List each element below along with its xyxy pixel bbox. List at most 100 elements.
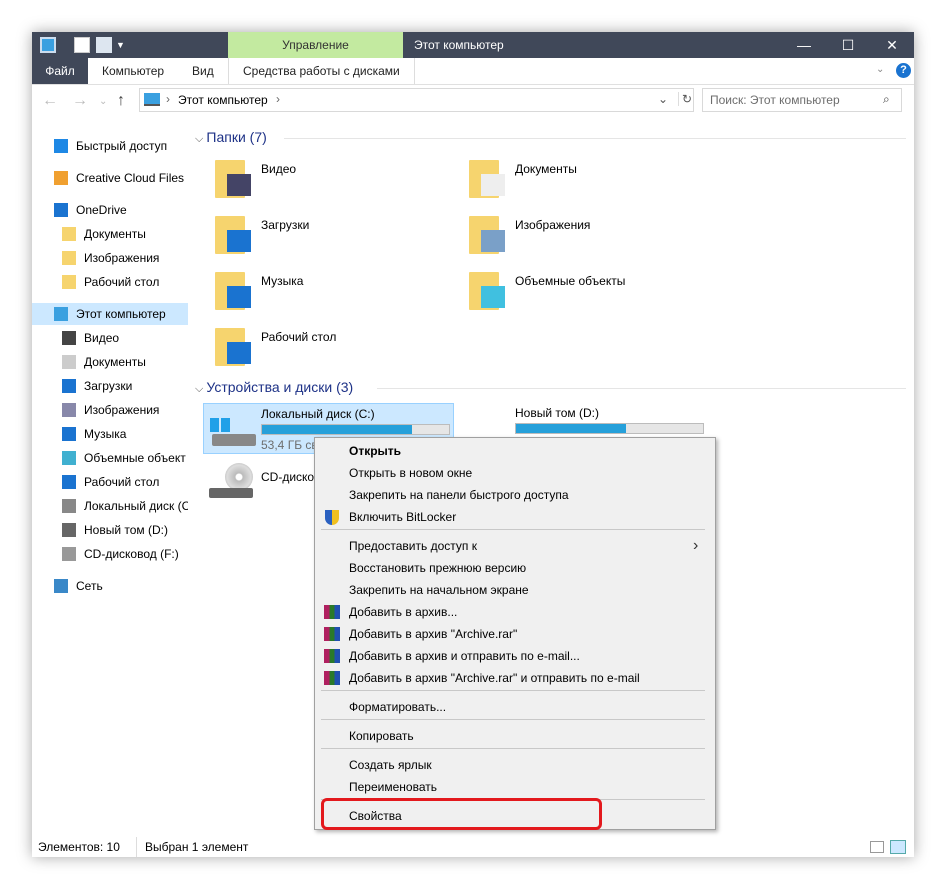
- refresh-icon[interactable]: ↻: [678, 92, 692, 106]
- sidebar-item[interactable]: Изображения: [32, 399, 188, 421]
- drive-free-space: 53,4 ГБ св: [261, 438, 318, 452]
- context-menu-item[interactable]: Создать ярлык: [349, 754, 432, 776]
- properties-icon[interactable]: [74, 37, 90, 53]
- context-menu-item[interactable]: Добавить в архив и отправить по e-mail..…: [349, 645, 580, 667]
- title-bar: ▼ Управление Этот компьютер — ☐ ✕: [32, 32, 914, 58]
- sidebar-item-icon: [54, 203, 68, 217]
- recent-locations-icon[interactable]: ⌄: [99, 96, 107, 107]
- context-menu-item[interactable]: Добавить в архив "Archive.rar": [349, 623, 517, 645]
- submenu-chevron-icon: ›: [693, 537, 699, 554]
- forward-icon[interactable]: →: [72, 92, 88, 110]
- help-icon[interactable]: ?: [896, 63, 911, 78]
- ribbon-expand-icon[interactable]: ⌄: [876, 64, 884, 75]
- tiles-view-icon[interactable]: [890, 840, 906, 854]
- drive-usage-bar: [261, 424, 450, 435]
- details-view-icon[interactable]: [870, 841, 884, 853]
- menu-separator: [321, 719, 705, 720]
- folder-item[interactable]: Загрузки: [215, 210, 455, 258]
- sidebar-item[interactable]: Новый том (D:): [32, 519, 188, 541]
- context-menu-item[interactable]: Предоставить доступ к: [349, 535, 477, 557]
- context-menu-item[interactable]: Добавить в архив...: [349, 601, 457, 623]
- close-button[interactable]: ✕: [870, 32, 914, 58]
- search-icon[interactable]: ⌕: [883, 92, 890, 107]
- drive-name: CD-диско: [261, 470, 315, 484]
- winrar-icon: [324, 649, 340, 663]
- sidebar-item-label: CD-дисковод (F:): [84, 547, 179, 561]
- tab-disk-tools[interactable]: Средства работы с дисками: [228, 58, 415, 84]
- tab-file[interactable]: Файл: [32, 58, 88, 84]
- context-menu-item[interactable]: Открыть в новом окне: [349, 462, 472, 484]
- sidebar-item[interactable]: Рабочий стол: [32, 471, 188, 493]
- sidebar-item[interactable]: Этот компьютер: [32, 303, 188, 325]
- up-icon[interactable]: ↑: [117, 92, 125, 110]
- folder-item[interactable]: Музыка: [215, 266, 455, 314]
- sidebar-item-label: Изображения: [84, 251, 160, 265]
- sidebar-item[interactable]: Creative Cloud Files: [32, 167, 188, 189]
- tab-manage[interactable]: Управление: [228, 32, 403, 58]
- customize-quick-access-icon[interactable]: ▼: [116, 40, 132, 56]
- folder-item[interactable]: Рабочий стол: [215, 322, 455, 370]
- breadcrumb[interactable]: Этот компьютер: [178, 93, 268, 107]
- drive-usage-bar: [515, 423, 704, 434]
- sidebar-item[interactable]: Сеть: [32, 575, 188, 597]
- sidebar-item[interactable]: CD-дисковод (F:): [32, 543, 188, 565]
- winrar-icon: [324, 605, 340, 619]
- tab-computer[interactable]: Компьютер: [88, 58, 178, 84]
- folder-item[interactable]: Объемные объекты: [469, 266, 709, 314]
- drive-name: Локальный диск (C:): [261, 407, 375, 421]
- sidebar-item-icon: [62, 275, 76, 289]
- sidebar-item[interactable]: Изображения: [32, 247, 188, 269]
- context-menu-item[interactable]: Включить BitLocker: [349, 506, 456, 528]
- folder-item[interactable]: Изображения: [469, 210, 709, 258]
- tab-view[interactable]: Вид: [178, 58, 228, 84]
- context-menu-item[interactable]: Закрепить на панели быстрого доступа: [349, 484, 569, 506]
- minimize-button[interactable]: —: [782, 32, 826, 58]
- context-menu-item[interactable]: Закрепить на начальном экране: [349, 579, 529, 601]
- new-folder-icon[interactable]: [96, 37, 112, 53]
- computer-icon: [144, 93, 160, 106]
- sidebar-item-icon: [62, 547, 76, 561]
- computer-icon: [40, 37, 56, 53]
- context-menu-item[interactable]: Копировать: [349, 725, 414, 747]
- cd-drive-body-icon: [209, 488, 253, 498]
- context-menu-item[interactable]: Переименовать: [349, 776, 437, 798]
- sidebar-item[interactable]: Музыка: [32, 423, 188, 445]
- context-menu-item[interactable]: Форматировать...: [349, 696, 446, 718]
- context-menu-item[interactable]: Открыть: [349, 440, 401, 462]
- back-icon[interactable]: ←: [42, 92, 58, 110]
- menu-separator: [321, 748, 705, 749]
- sidebar-item[interactable]: Рабочий стол: [32, 271, 188, 293]
- address-bar[interactable]: › Этот компьютер › ⌄ ↻: [139, 88, 694, 112]
- hard-drive-icon: [212, 434, 256, 446]
- sidebar-item-label: Изображения: [84, 403, 160, 417]
- search-input[interactable]: Поиск: Этот компьютер ⌕: [702, 88, 902, 112]
- sidebar-item-icon: [62, 427, 76, 441]
- folder-overlay-icon: [227, 174, 251, 196]
- folder-name: Документы: [515, 162, 577, 176]
- sidebar-item[interactable]: Документы: [32, 223, 188, 245]
- context-menu-item[interactable]: Восстановить прежнюю версию: [349, 557, 526, 579]
- sidebar-item[interactable]: Документы: [32, 351, 188, 373]
- sidebar-item[interactable]: OneDrive: [32, 199, 188, 221]
- winrar-icon: [324, 671, 340, 685]
- sidebar-item-label: Этот компьютер: [76, 307, 166, 321]
- address-dropdown-icon[interactable]: ⌄: [658, 92, 668, 106]
- sidebar-item[interactable]: Быстрый доступ: [32, 135, 188, 157]
- drives-group-header[interactable]: ⌵ Устройства и диски (3): [195, 379, 353, 396]
- context-menu-item[interactable]: Добавить в архив "Archive.rar" и отправи…: [349, 667, 640, 689]
- ribbon-tabs: Файл Компьютер Вид Средства работы с дис…: [32, 58, 914, 85]
- folder-overlay-icon: [227, 286, 251, 308]
- sidebar-item[interactable]: Загрузки: [32, 375, 188, 397]
- folders-group-header[interactable]: ⌵ Папки (7): [195, 129, 267, 146]
- chevron-right-icon[interactable]: ›: [166, 92, 170, 106]
- folder-overlay-icon: [481, 230, 505, 252]
- sidebar-item[interactable]: Объемные объект: [32, 447, 188, 469]
- chevron-right-icon[interactable]: ›: [276, 92, 280, 106]
- sidebar-item-icon: [62, 451, 76, 465]
- sidebar-item[interactable]: Видео: [32, 327, 188, 349]
- folder-item[interactable]: Видео: [215, 154, 455, 202]
- maximize-button[interactable]: ☐: [826, 32, 870, 58]
- sidebar-item-icon: [62, 355, 76, 369]
- sidebar-item[interactable]: Локальный диск (С: [32, 495, 188, 517]
- folder-item[interactable]: Документы: [469, 154, 709, 202]
